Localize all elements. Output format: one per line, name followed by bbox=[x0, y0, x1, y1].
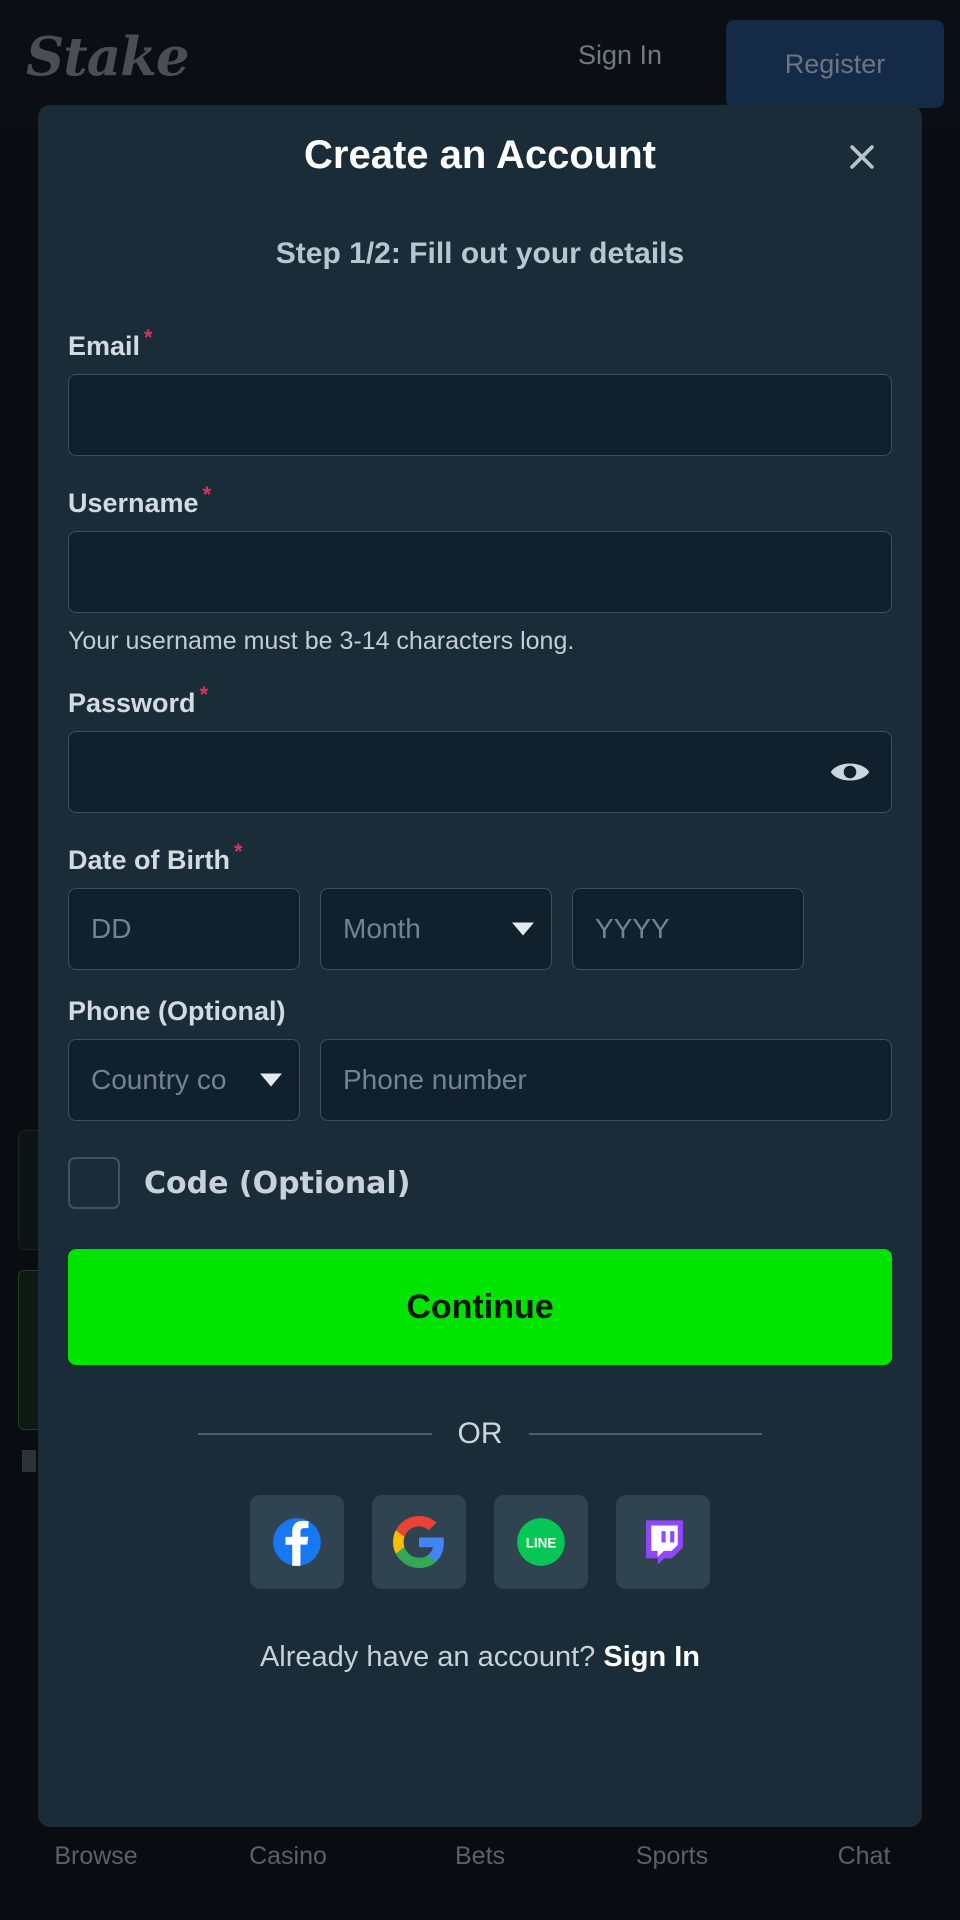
eye-icon[interactable] bbox=[826, 752, 874, 792]
required-asterisk: * bbox=[234, 839, 243, 864]
app-root: Stake Sign In Register Browse Casino Bet… bbox=[0, 0, 960, 1920]
continue-button[interactable]: Continue bbox=[68, 1249, 892, 1365]
phone-group: Phone (Optional) Country co bbox=[68, 996, 892, 1121]
sign-in-link[interactable]: Sign In bbox=[603, 1641, 700, 1673]
username-label: Username * bbox=[68, 482, 892, 519]
username-label-text: Username bbox=[68, 488, 199, 518]
dob-year-field[interactable] bbox=[572, 888, 804, 970]
google-login-button[interactable] bbox=[372, 1495, 466, 1589]
sign-in-prompt: Already have an account? Sign In bbox=[68, 1641, 892, 1674]
header-sign-in-button[interactable]: Sign In bbox=[578, 40, 662, 71]
chevron-down-icon bbox=[512, 922, 534, 936]
create-account-modal: Create an Account Step 1/2: Fill out you… bbox=[38, 105, 922, 1827]
dob-label: Date of Birth * bbox=[68, 839, 892, 876]
google-icon bbox=[393, 1516, 445, 1568]
code-checkbox-row[interactable]: Code (Optional) bbox=[68, 1157, 892, 1209]
nav-label: Casino bbox=[249, 1842, 327, 1870]
dob-day-field[interactable] bbox=[68, 888, 300, 970]
dob-label-text: Date of Birth bbox=[68, 845, 230, 875]
close-icon[interactable] bbox=[838, 133, 886, 181]
code-checkbox[interactable] bbox=[68, 1157, 120, 1209]
email-label: Email * bbox=[68, 325, 892, 362]
sign-in-prompt-text: Already have an account? bbox=[259, 1641, 596, 1673]
facebook-icon bbox=[271, 1516, 323, 1568]
email-label-text: Email bbox=[68, 331, 141, 361]
password-input-wrapper bbox=[68, 731, 892, 813]
password-label: Password * bbox=[68, 682, 892, 719]
dob-group: Date of Birth* Month bbox=[68, 839, 892, 970]
line-login-button[interactable]: LINE bbox=[494, 1495, 588, 1589]
email-field[interactable] bbox=[68, 374, 892, 456]
step-indicator: Step 1/2: Fill out your details bbox=[275, 237, 685, 270]
password-label-text: Password bbox=[68, 688, 196, 718]
required-asterisk: * bbox=[144, 325, 153, 350]
divider-line-right bbox=[528, 1433, 762, 1435]
username-hint: Your username must be 3-14 characters lo… bbox=[68, 627, 575, 655]
nav-label: Browse bbox=[54, 1842, 138, 1870]
phone-number-field[interactable] bbox=[320, 1039, 892, 1121]
email-group: Email * bbox=[68, 325, 892, 456]
social-login-row: LINE bbox=[68, 1495, 892, 1589]
required-asterisk: * bbox=[202, 482, 212, 507]
twitch-icon bbox=[637, 1516, 689, 1568]
page-title: Create an Account bbox=[304, 133, 656, 177]
or-label: OR bbox=[457, 1417, 503, 1450]
username-group: Username * Your username must be 3-14 cha… bbox=[68, 482, 892, 656]
chevron-down-icon bbox=[260, 1073, 282, 1087]
country-code-select[interactable]: Country co bbox=[68, 1039, 300, 1121]
brand-logo[interactable]: Stake bbox=[26, 26, 190, 88]
twitch-login-button[interactable] bbox=[616, 1495, 710, 1589]
password-field[interactable] bbox=[68, 731, 892, 813]
divider-line-left bbox=[198, 1433, 432, 1435]
registration-form: Email * Username * Your username must be 3… bbox=[68, 325, 892, 1674]
line-icon: LINE bbox=[515, 1516, 567, 1568]
password-group: Password * bbox=[68, 682, 892, 813]
header-register-button[interactable]: Register bbox=[726, 20, 944, 108]
background-marker bbox=[22, 1450, 36, 1472]
dob-month-select[interactable]: Month bbox=[320, 888, 552, 970]
facebook-login-button[interactable] bbox=[250, 1495, 344, 1589]
dob-row: Month bbox=[68, 888, 892, 970]
phone-row: Country co bbox=[68, 1039, 892, 1121]
code-checkbox-label: Code (Optional) bbox=[144, 1165, 411, 1201]
username-field[interactable] bbox=[68, 531, 892, 613]
nav-label: Bets bbox=[454, 1842, 506, 1870]
nav-label: Sports bbox=[635, 1842, 709, 1870]
svg-text:LINE: LINE bbox=[526, 1536, 557, 1551]
nav-label: Chat bbox=[837, 1842, 891, 1870]
or-divider: OR bbox=[68, 1417, 892, 1451]
phone-label: Phone (Optional) bbox=[68, 996, 286, 1026]
required-asterisk: * bbox=[199, 682, 209, 707]
